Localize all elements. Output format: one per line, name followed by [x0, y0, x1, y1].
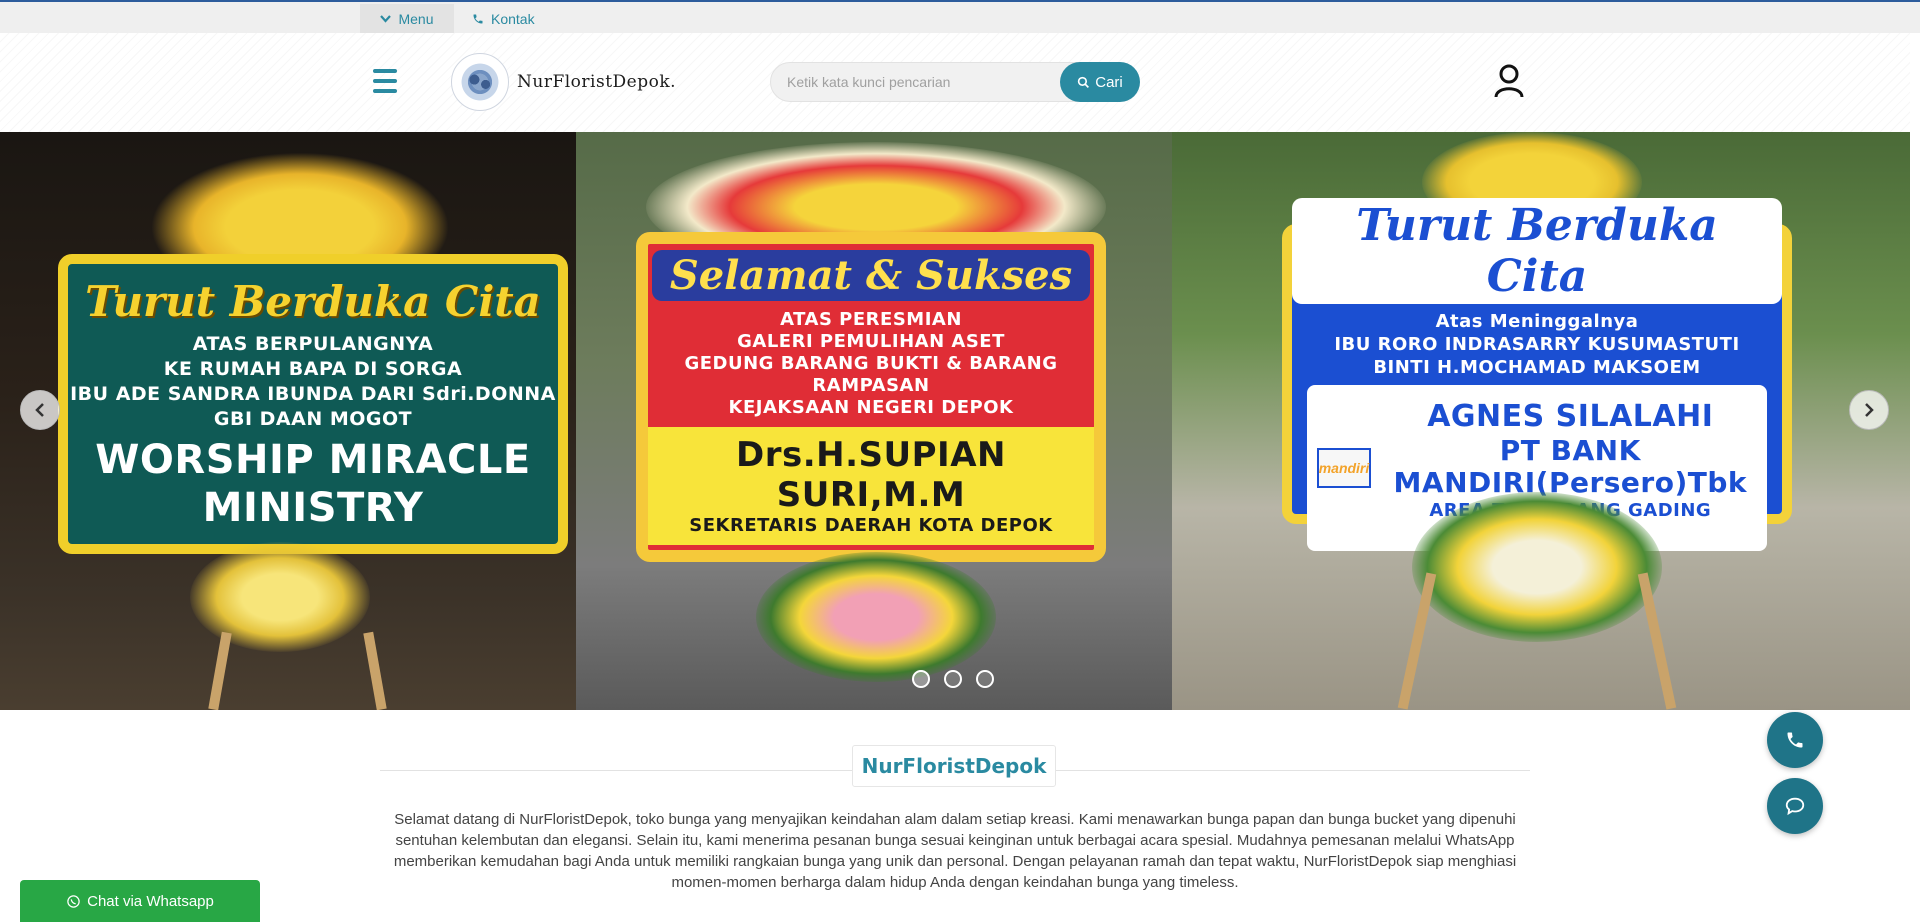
search-form: Cari: [770, 62, 1140, 102]
board-3-bank: PT BANK MANDIRI(Persero)Tbk: [1393, 433, 1748, 499]
hamburger-menu-icon[interactable]: [373, 69, 397, 93]
search-input[interactable]: [770, 62, 1080, 102]
flower-board-3: Turut Berduka Cita Atas Meninggalnya IBU…: [1282, 197, 1792, 551]
search-button-label: Cari: [1095, 73, 1123, 91]
board-1-line-4: GBI DAAN MOGOT: [213, 407, 413, 430]
flower-board-2: Selamat & Sukses ATAS PERESMIAN GALERI P…: [636, 232, 1106, 562]
site-logo[interactable]: NurFloristDepok.: [451, 53, 676, 111]
board-1-line-2: KE RUMAH BAPA DI SORGA: [163, 357, 463, 380]
hero-carousel: Turut Berduka Cita ATAS BERPULANGNYA KE …: [0, 132, 1910, 710]
chat-bubble-icon: [1785, 797, 1805, 816]
board-2-line-4: KEJAKSAAN NEGERI DEPOK: [728, 396, 1014, 418]
chevron-left-icon: [35, 403, 44, 417]
phone-icon: [473, 14, 483, 23]
carousel-dot-3[interactable]: [976, 670, 994, 688]
board-3-line-2: IBU RORO INDRASARRY KUSUMASTUTI: [1334, 333, 1740, 355]
carousel-dot-1[interactable]: [912, 670, 930, 688]
whatsapp-chat-button[interactable]: Chat via Whatsapp: [20, 880, 260, 922]
slide-image-3: Turut Berduka Cita Atas Meninggalnya IBU…: [1172, 132, 1910, 710]
board-2-line-1: ATAS PERESMIAN: [780, 308, 962, 330]
user-icon[interactable]: [1494, 64, 1524, 98]
whatsapp-icon: [67, 894, 80, 908]
site-header: NurFloristDepok. Cari: [0, 33, 1910, 132]
board-2-line-3: GEDUNG BARANG BUKTI & BARANG RAMPASAN: [684, 352, 1058, 396]
board-2-name-plate: Drs.H.SUPIAN SURI,M.M SEKRETARIS DAERAH …: [648, 426, 1094, 545]
board-3-line-3: BINTI H.MOCHAMAD MAKSOEM: [1373, 356, 1701, 378]
brand-name: NurFloristDepok.: [517, 72, 677, 92]
chevron-right-icon: [1865, 403, 1874, 417]
board-1-line-1: ATAS BERPULANGNYA: [192, 332, 434, 355]
search-icon: [1078, 76, 1090, 88]
mandiri-logo: mandiri: [1316, 447, 1372, 488]
carousel-indicators: [912, 670, 994, 688]
whatsapp-label: Chat via Whatsapp: [87, 892, 214, 910]
search-button[interactable]: Cari: [1060, 62, 1140, 102]
menu-label: Menu: [398, 10, 434, 27]
kontak-label: Kontak: [491, 10, 535, 27]
board-3-line-1: Atas Meninggalnya: [1435, 310, 1639, 332]
carousel-dot-2[interactable]: [944, 670, 962, 688]
chevron-down-icon: [380, 14, 392, 23]
board-2-script: Selamat & Sukses: [651, 249, 1091, 301]
phone-icon: [1787, 732, 1803, 748]
menu-dropdown[interactable]: Menu: [360, 4, 454, 33]
slide-image-1: Turut Berduka Cita ATAS BERPULANGNYA KE …: [0, 132, 576, 710]
carousel-next-button[interactable]: [1849, 390, 1889, 430]
kontak-link[interactable]: Kontak: [472, 4, 535, 33]
board-2-title: SEKRETARIS DAERAH KOTA DEPOK: [689, 514, 1053, 536]
board-3-script: Turut Berduka Cita: [1292, 197, 1782, 304]
board-1-big: WORSHIP MIRACLE MINISTRY: [95, 436, 531, 531]
chat-button[interactable]: [1767, 778, 1823, 834]
board-1-line-3: IBU ADE SANDRA IBUNDA DARI Sdri.DONNA: [70, 382, 556, 405]
carousel-prev-button[interactable]: [20, 390, 60, 430]
call-button[interactable]: [1767, 712, 1823, 768]
top-bar: Menu Kontak: [0, 0, 1920, 33]
flower-board-1: Turut Berduka Cita ATAS BERPULANGNYA KE …: [58, 254, 568, 554]
board-2-line-2: GALERI PEMULIHAN ASET: [737, 330, 1005, 352]
slide-image-2: Selamat & Sukses ATAS PERESMIAN GALERI P…: [576, 132, 1172, 710]
board-3-name: AGNES SILALAHI: [1427, 398, 1714, 434]
board-1-script: Turut Berduka Cita: [85, 276, 541, 326]
board-2-name: Drs.H.SUPIAN SURI,M.M: [736, 434, 1006, 515]
section-title: NurFloristDepok: [852, 745, 1056, 787]
intro-paragraph: Selamat datang di NurFloristDepok, toko …: [393, 811, 1517, 891]
logo-emblem: [451, 53, 509, 111]
